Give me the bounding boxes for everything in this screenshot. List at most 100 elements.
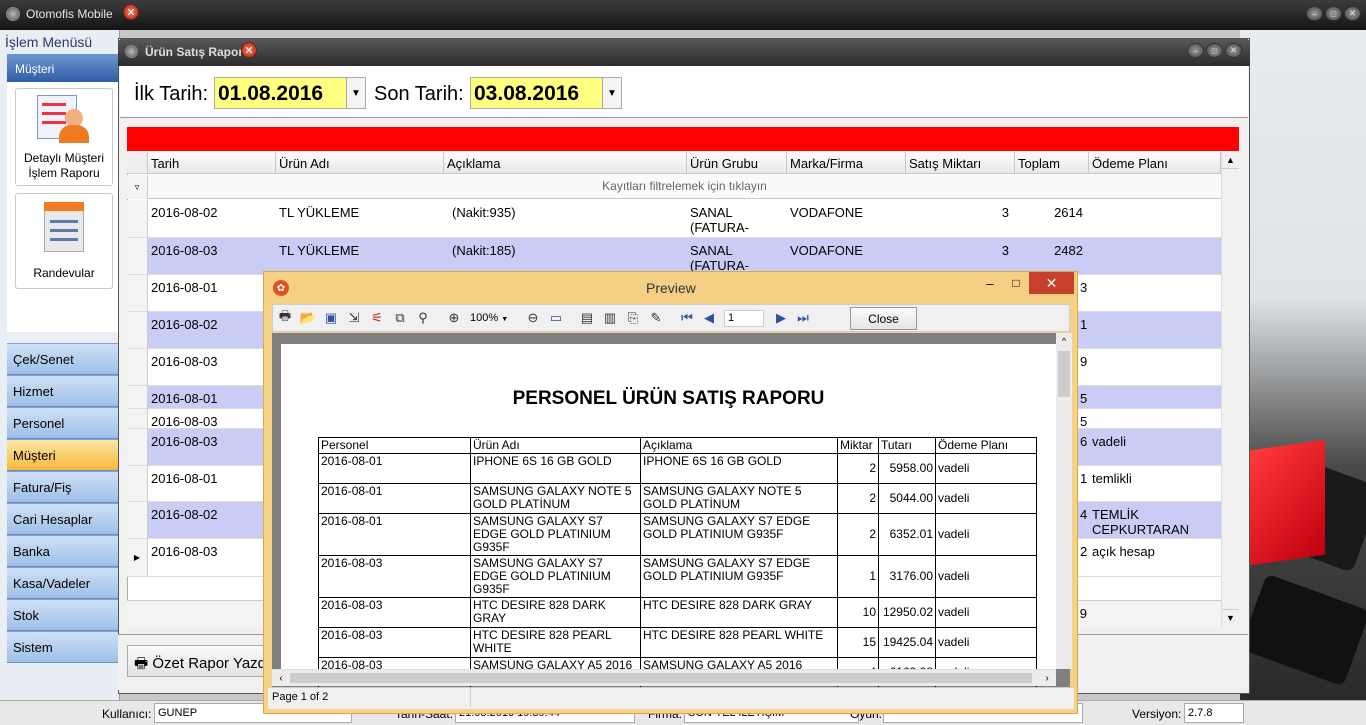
scroll-left-icon[interactable]: ‹ — [274, 670, 288, 686]
tile-customer-report[interactable]: Detaylı Müşteri İşlem Raporu — [15, 88, 113, 186]
grid-column-header[interactable]: Satış Miktarı — [906, 152, 1015, 174]
report-cell: 5958.00 — [878, 453, 936, 484]
summary-print-button[interactable]: 🖶 Özet Rapor Yazd — [127, 645, 267, 677]
export-icon[interactable]: ⇲ — [345, 309, 363, 327]
report-cell: vadeli — [935, 555, 1037, 598]
maximize-button[interactable]: □ — [1206, 43, 1223, 58]
nav-item-5[interactable]: Cari Hesaplar — [7, 503, 118, 535]
grid-column-header[interactable]: Tarih — [148, 152, 276, 174]
report-cell: vadeli — [935, 627, 1037, 658]
chevron-down-icon[interactable]: ▼ — [602, 77, 622, 109]
row-selector[interactable] — [127, 502, 148, 539]
start-date-input[interactable]: 01.08.2016 — [214, 77, 348, 109]
maximize-button[interactable]: □ — [1325, 6, 1342, 21]
row-selector[interactable] — [127, 200, 148, 238]
row-selector[interactable] — [127, 429, 148, 466]
print-icon[interactable]: 🖶 — [276, 308, 294, 327]
version-value: 2.7.8 — [1184, 703, 1244, 723]
maximize-button[interactable]: □ — [1006, 274, 1026, 292]
send-icon[interactable]: ⧉ — [391, 309, 409, 327]
row-selector[interactable] — [127, 386, 148, 409]
scroll-thumb[interactable] — [290, 673, 1032, 683]
report-row: 2016-08-03 SAMSUNG GALAXY S7 EDGE GOLD PL… — [318, 555, 1037, 598]
report-cell: 19425.04 — [878, 627, 936, 658]
minimize-button[interactable]: – — [980, 274, 1000, 292]
row-selector[interactable] — [127, 349, 148, 386]
scroll-up-icon[interactable]: ▲ — [1222, 153, 1239, 169]
multi-page-icon[interactable]: ▥ — [601, 309, 619, 327]
close-window-button[interactable]: ✕ — [1225, 43, 1242, 58]
row-selector[interactable] — [127, 409, 148, 429]
close-button[interactable]: Close — [850, 307, 917, 330]
last-page-icon[interactable]: ⏭ — [794, 309, 812, 327]
grid-cell: 2016-08-01 — [151, 391, 218, 406]
zoom-in-icon[interactable]: ⊕ — [445, 309, 463, 327]
page-number-input[interactable]: 1 — [724, 310, 764, 327]
preview-horizontal-scrollbar[interactable]: ‹ › — [272, 669, 1056, 686]
chevron-down-icon[interactable]: ▼ — [346, 77, 366, 109]
open-folder-icon[interactable]: 📂 — [299, 309, 317, 327]
scroll-thumb[interactable] — [1058, 351, 1070, 397]
grid-cell: 6 — [1080, 434, 1088, 449]
fit-page-icon[interactable]: ▭ — [547, 309, 565, 327]
row-selector[interactable] — [127, 238, 148, 275]
row-selector[interactable] — [127, 466, 148, 502]
grid-filter-row[interactable]: Kayıtları filtrelemek için tıklayın — [148, 175, 1221, 199]
report-cell: vadeli — [935, 483, 1037, 514]
tile-appointments[interactable]: Randevular — [15, 193, 113, 289]
chevron-down-icon: ▼ — [501, 316, 509, 323]
nav-item-4[interactable]: Fatura/Fiş — [7, 471, 118, 503]
book-icon[interactable]: ⎘ — [624, 309, 642, 327]
grid-column-header[interactable]: Toplam — [1015, 152, 1089, 174]
minimize-button[interactable]: – — [1187, 43, 1204, 58]
zoom-select[interactable]: 100% ▼ — [470, 309, 518, 327]
pdf-icon[interactable]: ⚟ — [368, 309, 386, 327]
grid-column-header[interactable]: Ürün Adı — [276, 152, 444, 174]
minimize-button[interactable]: – — [1306, 6, 1323, 21]
scroll-up-icon[interactable]: ^ — [1056, 333, 1072, 349]
nav-item-9[interactable]: Sistem — [7, 631, 118, 663]
scroll-down-icon[interactable]: ▼ — [1222, 609, 1239, 625]
report-cell: 2 — [837, 453, 879, 484]
close-app-button[interactable]: ✕ — [1344, 6, 1361, 21]
first-page-icon[interactable]: ⏮ — [678, 309, 696, 327]
row-selector[interactable]: ▶ — [127, 539, 148, 577]
single-page-icon[interactable]: ▤ — [578, 309, 596, 327]
end-date-input[interactable]: 03.08.2016 — [470, 77, 604, 109]
report-row: 2016-08-03 HTC DESIRE 828 PEARL WHITE HTC … — [318, 627, 1037, 658]
find-icon[interactable]: ⚲ — [414, 309, 432, 327]
nav-item-0[interactable]: Çek/Senet — [7, 343, 118, 375]
report-cell: SAMSUNG GALAXY S7 EDGE GOLD PLATINIUM G9… — [640, 513, 838, 556]
close-icon[interactable]: ✕ — [241, 42, 257, 58]
row-selector[interactable] — [127, 312, 148, 349]
grid-cell: TL YÜKLEME — [279, 243, 360, 258]
nav-item-3[interactable]: Müşteri — [7, 439, 118, 471]
next-page-icon[interactable]: ▶ — [772, 309, 790, 327]
page-status: Page 1 of 2 — [272, 691, 329, 703]
scroll-right-icon[interactable]: › — [1040, 670, 1054, 686]
grid-column-header[interactable]: Ödeme Planı — [1089, 152, 1221, 174]
close-icon[interactable]: ✕ — [123, 4, 139, 20]
preview-close-icon[interactable]: ✕ — [1029, 272, 1074, 294]
grid-column-header[interactable]: Ürün Grubu — [687, 152, 787, 174]
printer-icon: 🖶 — [134, 655, 149, 672]
preview-vertical-scrollbar[interactable]: ^ — [1056, 333, 1072, 669]
zoom-out-icon[interactable]: ⊖ — [524, 309, 542, 327]
nav-item-7[interactable]: Kasa/Vadeler — [7, 567, 118, 599]
filter-icon[interactable]: ▿ — [127, 175, 148, 199]
nav-item-2[interactable]: Personel — [7, 407, 118, 439]
row-selector[interactable] — [127, 275, 148, 312]
report-cell: 2016-08-03 — [318, 627, 471, 658]
nav-item-1[interactable]: Hizmet — [7, 375, 118, 407]
edit-icon[interactable]: ✎ — [647, 309, 665, 327]
previous-page-icon[interactable]: ◀ — [700, 309, 718, 327]
nav-item-6[interactable]: Banka — [7, 535, 118, 567]
menu-group-header[interactable]: Müşteri — [7, 54, 118, 82]
report-cell: 12950.02 — [878, 597, 936, 628]
grid-column-header[interactable]: Marka/Firma — [787, 152, 906, 174]
grid-scrollbar[interactable]: ▲ ▼ — [1221, 152, 1239, 627]
grid-cell: 2016-08-03 — [151, 354, 218, 369]
nav-item-8[interactable]: Stok — [7, 599, 118, 631]
grid-column-header[interactable]: Açıklama — [444, 152, 687, 174]
save-icon[interactable]: ▣ — [322, 309, 340, 327]
